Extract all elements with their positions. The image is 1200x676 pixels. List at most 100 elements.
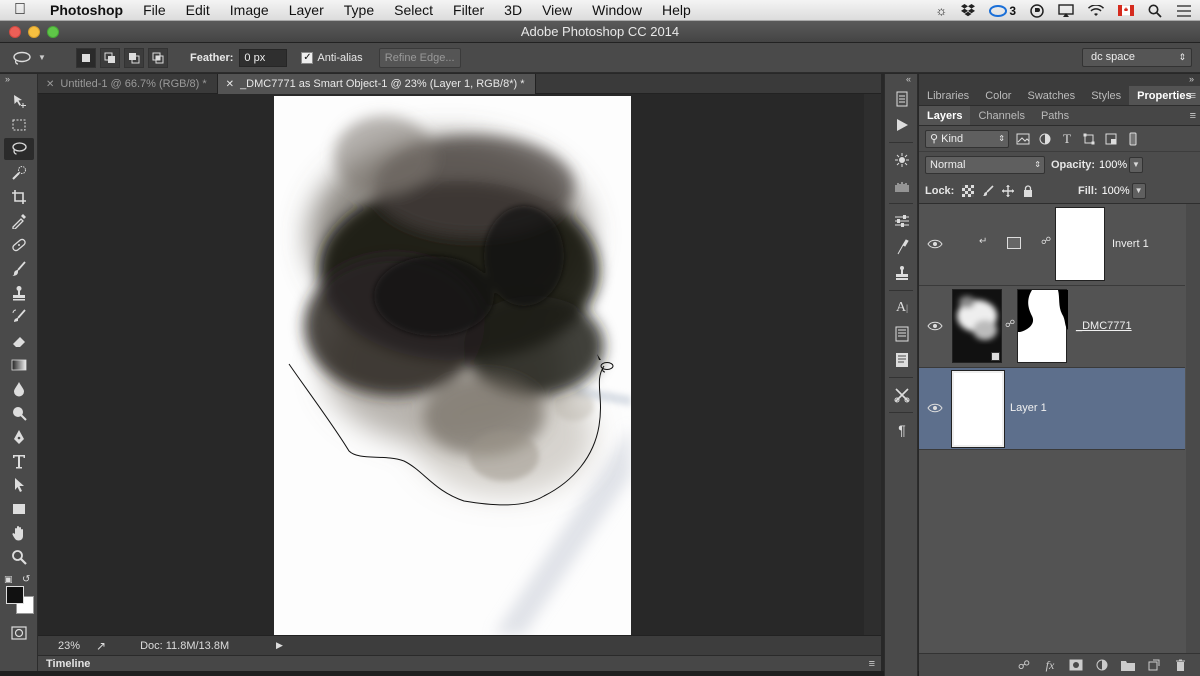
swap-colors-icon[interactable]: ↺ (22, 574, 30, 585)
document-tab-dmc7771[interactable]: ✕ _DMC7771 as Smart Object-1 @ 23% (Layer… (217, 74, 536, 94)
default-colors-icon[interactable]: ▣ (4, 574, 13, 585)
menu-file[interactable]: File (133, 2, 176, 18)
subtract-from-selection-button[interactable] (124, 47, 144, 68)
canvas-area[interactable] (38, 94, 881, 635)
brightness-icon[interactable]: ☼ (935, 3, 947, 18)
lasso-tool[interactable] (4, 138, 34, 160)
menu-3d[interactable]: 3D (494, 2, 532, 18)
move-tool[interactable] (4, 90, 34, 112)
timeline-panel-header[interactable]: Timeline ≡ (38, 655, 881, 671)
menu-help[interactable]: Help (652, 2, 701, 18)
menu-image[interactable]: Image (220, 2, 279, 18)
collapse-dock-icon[interactable]: « (885, 74, 917, 86)
history-panel-icon[interactable] (885, 86, 919, 112)
opacity-slider-button[interactable]: ▼ (1129, 157, 1144, 173)
refine-edge-button[interactable]: Refine Edge... (378, 47, 461, 68)
blend-mode-select[interactable]: Normal ⇕ (925, 156, 1045, 174)
brush-presets-icon[interactable] (885, 147, 919, 173)
layers-list[interactable]: ↵ ☍ Invert 1 ☍ _DMC7771 Layer 1 (919, 204, 1200, 658)
dodge-tool[interactable] (4, 402, 34, 424)
path-selection-tool[interactable] (4, 474, 34, 496)
zoom-window-button[interactable] (47, 26, 59, 38)
document-canvas[interactable] (274, 96, 631, 635)
lock-transparent-pixels-icon[interactable] (960, 183, 976, 199)
layer-mask-thumbnail[interactable] (1055, 207, 1105, 281)
marquee-tool[interactable] (4, 114, 34, 136)
layer-row-layer1[interactable]: Layer 1 (919, 368, 1185, 450)
character-panel-icon[interactable]: A | (885, 295, 919, 321)
brush-tool[interactable] (4, 258, 34, 280)
tab-channels[interactable]: Channels (970, 106, 1032, 125)
vpn-icon[interactable] (1030, 3, 1044, 18)
workspace-select[interactable]: dc space ⇕ (1082, 48, 1192, 67)
tab-color[interactable]: Color (977, 86, 1019, 105)
tool-options-icon[interactable] (885, 382, 919, 408)
tool-preset-picker[interactable]: ▼ (12, 47, 64, 69)
adjustment-layer-filter-icon[interactable] (1037, 131, 1053, 147)
canvas-vertical-scrollbar[interactable] (864, 94, 881, 635)
eraser-tool[interactable] (4, 330, 34, 352)
smart-object-filter-icon[interactable] (1103, 131, 1119, 147)
history-brush-tool[interactable] (4, 306, 34, 328)
close-tab-icon[interactable]: ✕ (226, 79, 234, 90)
close-tab-icon[interactable]: ✕ (46, 79, 54, 90)
eye-icon[interactable] (927, 238, 943, 250)
zoom-tool[interactable] (4, 546, 34, 568)
fill-slider-button[interactable]: ▼ (1131, 183, 1146, 199)
intersect-selection-button[interactable] (148, 47, 168, 68)
lock-all-icon[interactable] (1020, 183, 1036, 199)
rectangle-tool[interactable] (4, 498, 34, 520)
feather-input[interactable] (239, 48, 288, 67)
filter-kind-select[interactable]: ⚲ Kind ⇕ (925, 129, 1009, 148)
tab-layers[interactable]: Layers (919, 106, 971, 125)
airplay-icon[interactable] (1058, 4, 1074, 17)
menu-view[interactable]: View (532, 2, 582, 18)
layer-row-dmc7771[interactable]: ☍ _DMC7771 (919, 286, 1185, 368)
quick-selection-tool[interactable] (4, 162, 34, 184)
menu-filter[interactable]: Filter (443, 2, 494, 18)
filter-toggle-icon[interactable] (1125, 131, 1141, 147)
lock-position-icon[interactable] (1000, 183, 1016, 199)
type-tool[interactable] (4, 450, 34, 472)
layers-scrollbar[interactable] (1186, 204, 1200, 658)
menu-edit[interactable]: Edit (176, 2, 220, 18)
crop-tool[interactable] (4, 186, 34, 208)
panel-menu-icon[interactable]: ≡ (869, 656, 875, 672)
tab-libraries[interactable]: Libraries (919, 86, 977, 105)
layer-row-invert[interactable]: ↵ ☍ Invert 1 (919, 204, 1185, 286)
layer-name[interactable]: _DMC7771 (1076, 320, 1132, 332)
tab-paths[interactable]: Paths (1033, 106, 1077, 125)
layer-thumbnail[interactable] (952, 371, 1004, 447)
pixel-layer-filter-icon[interactable] (1015, 131, 1031, 147)
fill-value[interactable]: 100% (1102, 182, 1132, 200)
link-layers-icon[interactable]: ☍ (1016, 658, 1032, 672)
notifications-icon[interactable] (1176, 4, 1192, 17)
menu-layer[interactable]: Layer (279, 2, 334, 18)
eye-icon[interactable] (927, 320, 943, 332)
paragraph-panel-icon[interactable]: ¶ (885, 417, 919, 443)
eye-icon[interactable] (927, 402, 943, 414)
panel-menu-icon[interactable]: ≡ (1190, 106, 1196, 126)
blur-tool[interactable] (4, 378, 34, 400)
layer-mask-thumbnail[interactable] (1017, 289, 1068, 363)
new-layer-icon[interactable] (1146, 659, 1162, 671)
add-to-selection-button[interactable] (100, 47, 120, 68)
lock-image-pixels-icon[interactable] (980, 183, 996, 199)
type-layer-filter-icon[interactable]: T (1059, 131, 1075, 147)
app-menu[interactable]: Photoshop (40, 2, 133, 18)
foreground-color-swatch[interactable] (6, 586, 24, 604)
document-tab-untitled[interactable]: ✕ Untitled-1 @ 66.7% (RGB/8) * (38, 74, 218, 94)
adjustments-panel-icon[interactable] (885, 208, 919, 234)
healing-brush-tool[interactable] (4, 234, 34, 256)
paragraph-styles-icon[interactable] (885, 321, 919, 347)
mask-link-icon[interactable]: ☍ (1005, 319, 1015, 330)
status-menu-triangle-icon[interactable]: ▶ (276, 640, 283, 651)
eyedropper-tool[interactable] (4, 210, 34, 232)
delete-layer-icon[interactable] (1172, 659, 1188, 671)
new-selection-button[interactable] (76, 47, 96, 68)
menu-type[interactable]: Type (334, 2, 384, 18)
shape-layer-filter-icon[interactable] (1081, 131, 1097, 147)
add-mask-icon[interactable] (1068, 659, 1084, 671)
spotlight-search-icon[interactable] (1148, 4, 1162, 18)
antialias-checkbox[interactable]: ✓ (301, 51, 314, 64)
